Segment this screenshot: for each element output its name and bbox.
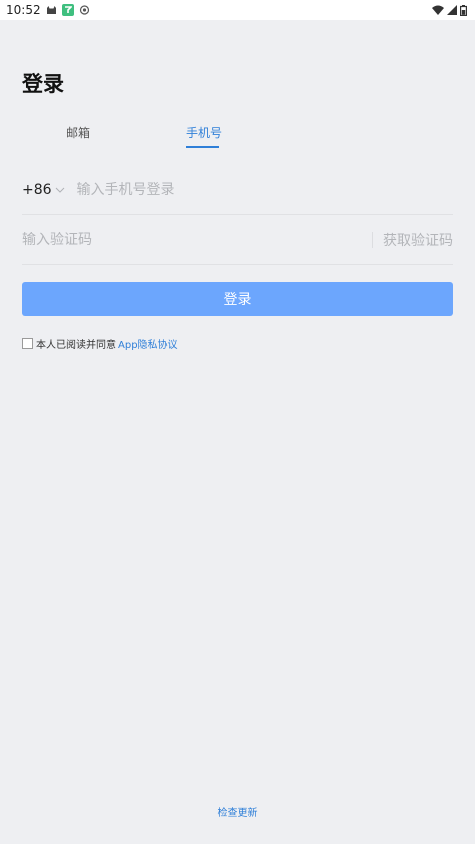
chevron-down-icon xyxy=(55,181,65,197)
login-button[interactable]: 登录 xyxy=(22,282,453,316)
privacy-policy-link[interactable]: App隐私协议 xyxy=(118,336,178,351)
status-left: 10:52 xyxy=(6,3,90,17)
vertical-divider xyxy=(372,231,373,248)
status-bar: 10:52 xyxy=(0,0,475,20)
code-row: 获取验证码 xyxy=(22,215,453,265)
eye-icon xyxy=(79,5,90,15)
country-code-selector[interactable]: +86 xyxy=(22,182,65,198)
status-right xyxy=(432,4,467,16)
verification-code-input[interactable] xyxy=(22,231,352,248)
tab-email[interactable]: 邮箱 xyxy=(66,124,90,141)
page-title: 登录 xyxy=(22,72,64,96)
tab-phone[interactable]: 手机号 xyxy=(186,124,222,141)
phone-row: +86 xyxy=(22,165,453,215)
agreement-checkbox[interactable] xyxy=(22,338,33,349)
wifi-icon xyxy=(432,5,444,15)
status-time: 10:52 xyxy=(6,3,41,17)
phone-input[interactable] xyxy=(76,181,407,198)
check-update-link[interactable]: 检查更新 xyxy=(0,804,475,819)
battery-icon xyxy=(460,4,467,16)
green-app-icon xyxy=(61,4,74,16)
get-code-button[interactable]: 获取验证码 xyxy=(383,230,453,250)
signal-icon xyxy=(447,5,457,15)
country-code-label: +86 xyxy=(22,181,52,198)
active-tab-indicator xyxy=(186,146,219,148)
agreement-row: 本人已阅读并同意 App隐私协议 xyxy=(22,336,178,351)
cat-icon xyxy=(46,5,57,15)
agreement-text: 本人已阅读并同意 xyxy=(36,340,116,351)
